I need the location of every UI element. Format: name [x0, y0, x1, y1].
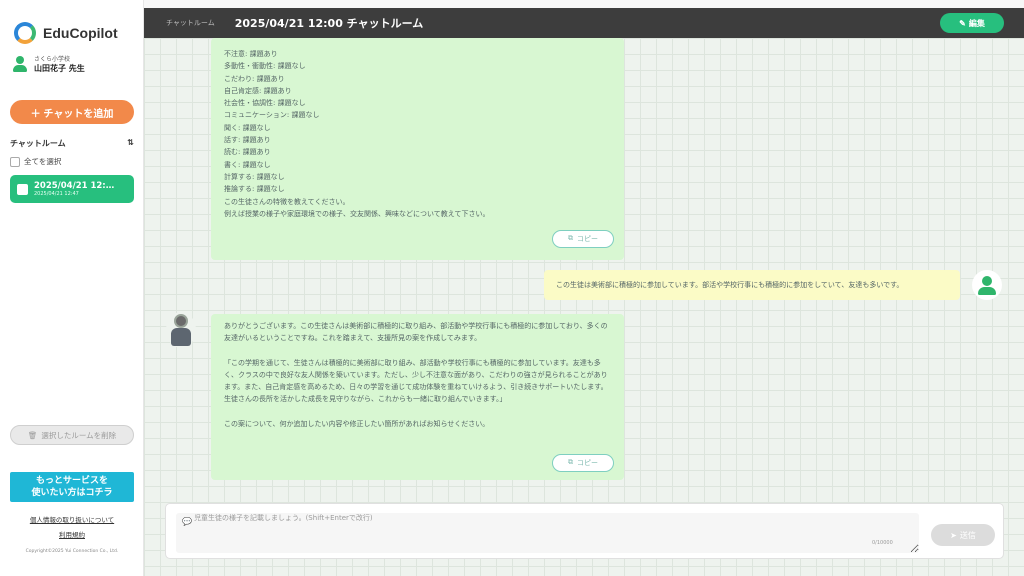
chat-icon: 💬 — [182, 517, 192, 526]
copy-label: コピー — [577, 236, 598, 243]
delete-label: 選択したルームを削除 — [41, 430, 117, 440]
user-school: さくら小学校 — [34, 56, 71, 63]
ai-line: 書く: 課題なし — [224, 160, 271, 169]
promo-button[interactable]: もっとサービスを 使いたい方はコチラ — [10, 472, 134, 502]
copyright: Copyright©2025 Yui Connection Co., Ltd. — [25, 549, 119, 554]
ai-message: ありがとうございます。この生徒さんは美術部に積極的に取り組み、部活動や学校行事に… — [211, 314, 624, 480]
chat-area[interactable]: 不注意: 課題あり多動性・衝動性: 課題なし こだわり: 課題あり 自己肯定感: 課… — [144, 38, 1024, 576]
ai-line: 話す: 課題あり — [224, 136, 271, 145]
checkbox-icon[interactable] — [10, 156, 20, 167]
copy-button[interactable]: ⧉ コピー — [552, 230, 614, 248]
ai-line: 多動性・衝動性: 課題なし — [224, 62, 306, 71]
user-icon — [12, 56, 28, 72]
edit-button[interactable]: ✎ 編集 — [940, 13, 1004, 33]
ai-line: 読む: 課題あり — [224, 148, 271, 157]
page-title: 2025/04/21 12:00 チャットルーム — [234, 17, 424, 30]
copy-label: コピー — [577, 460, 598, 467]
ai-line: コミュニケーション: 課題なし — [224, 111, 320, 120]
sort-icon[interactable]: ⇅ — [127, 138, 134, 149]
user-message-text: この生徒は美術部に積極的に参加しています。部活や学校行事にも積極的に参加をしてい… — [556, 280, 904, 289]
user-name: 山田花子 先生 — [34, 64, 85, 73]
trash-icon: 🗑 — [27, 430, 38, 440]
copy-button[interactable]: ⧉ コピー — [552, 454, 614, 472]
app-name: EduCopilot — [43, 25, 118, 41]
ai-paragraph: 「この学期を通じて、生徒さんは積極的に美術部に取り組み、部活動や学校行事にも積極… — [224, 358, 608, 404]
ai-line: 不注意: 課題あり — [224, 50, 278, 58]
breadcrumb: チャットルーム — [166, 19, 215, 27]
message-input[interactable] — [176, 513, 919, 553]
room-date: 2025/04/21 12:47 — [34, 191, 79, 197]
ai-paragraph: ありがとうございます。この生徒さんは美術部に積極的に取り組み、部活動や学校行事に… — [224, 322, 608, 343]
ai-line: この生徒さんの特徴を教えてください。 — [224, 197, 350, 206]
rooms-label: チャットルーム — [10, 139, 66, 148]
send-icon: ➤ — [950, 530, 957, 540]
edit-label: 編集 — [968, 18, 985, 28]
send-button[interactable]: ➤ 送信 — [931, 524, 995, 546]
add-chat-button[interactable]: ＋ チャットを追加 — [10, 100, 134, 124]
privacy-link[interactable]: 個人情報の取り扱いについて — [0, 514, 144, 524]
ai-line: 社会性・協調性: 課題なし — [224, 99, 306, 108]
user-avatar — [972, 270, 1002, 300]
char-counter: 0/10000 — [872, 540, 893, 546]
ai-line: 推論する: 課題なし — [224, 185, 285, 194]
ai-message-text: ありがとうございます。この生徒さんは美術部に積極的に取り組み、部活動や学校行事に… — [224, 320, 614, 430]
ai-line: 計算する: 課題なし — [224, 172, 285, 181]
header-bar: チャットルーム 2025/04/21 12:00 チャットルーム ✎ 編集 — [144, 8, 1024, 38]
message-composer: 💬 0/10000 ➤ 送信 — [165, 503, 1004, 559]
logo-icon — [14, 22, 36, 44]
promo-line2: 使いたい方はコチラ — [31, 488, 113, 498]
delete-rooms-button[interactable]: 🗑 選択したルームを削除 — [10, 425, 134, 445]
pencil-icon: ✎ — [959, 18, 966, 28]
rooms-header: チャットルーム ⇅ — [10, 138, 134, 149]
select-all-checkbox[interactable]: 全てを選択 — [10, 156, 61, 167]
ai-line: こだわり: 課題あり — [224, 74, 285, 83]
promo-line1: もっとサービスを — [35, 476, 108, 486]
select-all-label: 全てを選択 — [24, 157, 62, 166]
logo[interactable]: EduCopilot — [14, 22, 118, 44]
ai-line: 聞く: 課題なし — [224, 123, 271, 132]
terms-link[interactable]: 利用規約 — [0, 529, 144, 539]
ai-avatar — [166, 312, 196, 348]
send-label: 送信 — [959, 530, 976, 540]
sidebar: EduCopilot さくら小学校 山田花子 先生 ＋ チャットを追加 チャット… — [0, 0, 144, 576]
ai-line: 例えば授業の様子や家庭環境での様子、交友関係、興味などについて教えて下さい。 — [224, 209, 490, 218]
room-item[interactable]: 2025/04/21 12:… 2025/04/21 12:47 — [10, 175, 134, 203]
copy-icon: ⧉ — [568, 459, 573, 466]
room-checkbox[interactable] — [17, 183, 28, 195]
user-info: さくら小学校 山田花子 先生 — [12, 54, 85, 74]
copy-icon: ⧉ — [568, 235, 573, 242]
ai-paragraph: この案について、何か追加したい内容や修正したい箇所があればお知らせください。 — [224, 419, 490, 428]
ai-line: 自己肯定感: 課題あり — [224, 86, 292, 95]
ai-message: 不注意: 課題あり多動性・衝動性: 課題なし こだわり: 課題あり 自己肯定感: 課… — [211, 38, 624, 260]
room-title: 2025/04/21 12:… — [34, 181, 115, 191]
ai-message-text: 不注意: 課題あり多動性・衝動性: 課題なし こだわり: 課題あり 自己肯定感: 課… — [224, 48, 614, 220]
user-message: この生徒は美術部に積極的に参加しています。部活や学校行事にも積極的に参加をしてい… — [544, 270, 960, 300]
